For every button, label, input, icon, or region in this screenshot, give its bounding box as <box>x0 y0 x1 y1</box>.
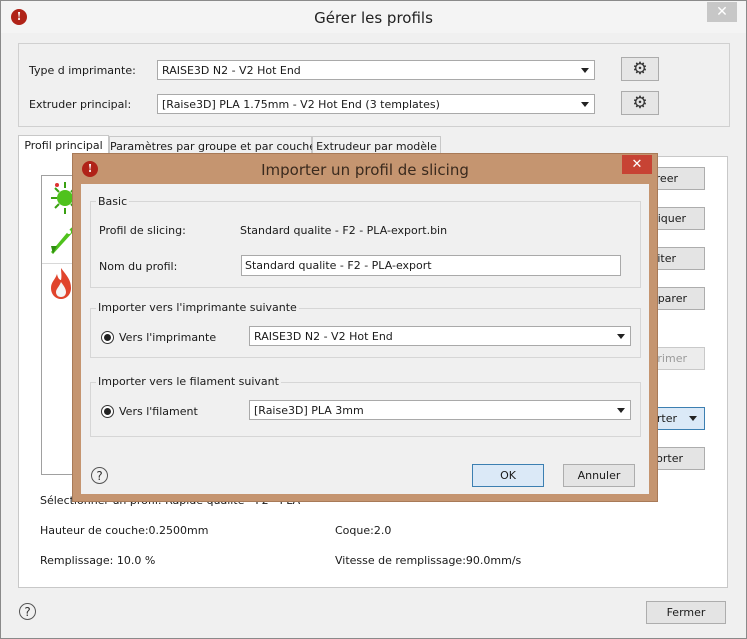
window-title: Gérer les profils <box>314 9 433 27</box>
slicing-profile-label: Profil de slicing: <box>99 224 186 237</box>
shell-text: Coque:2.0 <box>335 524 392 537</box>
gear-icon: ⚙ <box>632 59 648 79</box>
dialog-title: Importer un profil de slicing <box>261 161 469 179</box>
printer-radio[interactable] <box>101 331 114 344</box>
filament-target-legend: Importer vers le filament suivant <box>96 375 281 388</box>
target-filament-value: [Raise3D] PLA 3mm <box>254 404 364 417</box>
import-profile-dialog: ! Importer un profil de slicing ✕ Basic … <box>72 153 658 502</box>
dialog-body: Basic Profil de slicing: Standard qualit… <box>81 184 649 494</box>
printer-target-legend: Importer vers l'imprimante suivante <box>96 301 299 314</box>
printer-settings-button[interactable]: ⚙ <box>621 57 659 81</box>
slicing-profile-value: Standard qualite - F2 - PLA-export.bin <box>240 224 448 237</box>
filament-radio-label: Vers l'filament <box>119 405 198 418</box>
printer-settings-group: Type d imprimante: RAISE3D N2 - V2 Hot E… <box>18 43 730 127</box>
gear-icon: ⚙ <box>632 93 648 113</box>
help-icon[interactable]: ? <box>19 603 36 620</box>
printer-type-select[interactable]: RAISE3D N2 - V2 Hot End <box>157 60 595 80</box>
window-close-button[interactable]: ✕ <box>707 2 737 22</box>
filament-radio[interactable] <box>101 405 114 418</box>
dialog-close-button[interactable]: ✕ <box>622 155 652 174</box>
basic-legend: Basic <box>96 195 130 208</box>
chevron-down-icon <box>617 408 625 413</box>
extruder-settings-button[interactable]: ⚙ <box>621 91 659 115</box>
printer-type-value: RAISE3D N2 - V2 Hot End <box>162 64 301 77</box>
layer-height-text: Hauteur de couche:0.2500mm <box>40 524 209 537</box>
profile-name-input[interactable] <box>241 255 621 276</box>
extruder-label: Extruder principal: <box>29 98 132 111</box>
chevron-down-icon <box>689 416 697 421</box>
target-printer-select[interactable]: RAISE3D N2 - V2 Hot End <box>249 326 631 346</box>
chevron-down-icon <box>581 102 589 107</box>
ok-button[interactable]: OK <box>472 464 544 487</box>
dialog-help-icon[interactable]: ? <box>91 467 108 484</box>
chevron-down-icon <box>581 68 589 73</box>
extruder-select[interactable]: [Raise3D] PLA 1.75mm - V2 Hot End (3 tem… <box>157 94 595 114</box>
printer-radio-label: Vers l'imprimante <box>119 331 217 344</box>
infill-speed-text: Vitesse de remplissage:90.0mm/s <box>335 554 522 567</box>
target-printer-value: RAISE3D N2 - V2 Hot End <box>254 330 393 343</box>
chevron-down-icon <box>617 334 625 339</box>
infill-text: Remplissage: 10.0 % <box>40 554 156 567</box>
printer-type-label: Type d imprimante: <box>29 64 136 77</box>
profile-name-label: Nom du profil: <box>99 260 178 273</box>
title-bar: ! Gérer les profils ✕ <box>1 1 746 33</box>
target-filament-select[interactable]: [Raise3D] PLA 3mm <box>249 400 631 420</box>
extruder-value: [Raise3D] PLA 1.75mm - V2 Hot End (3 tem… <box>162 98 440 111</box>
close-button[interactable]: Fermer <box>646 601 726 624</box>
cancel-button[interactable]: Annuler <box>563 464 635 487</box>
